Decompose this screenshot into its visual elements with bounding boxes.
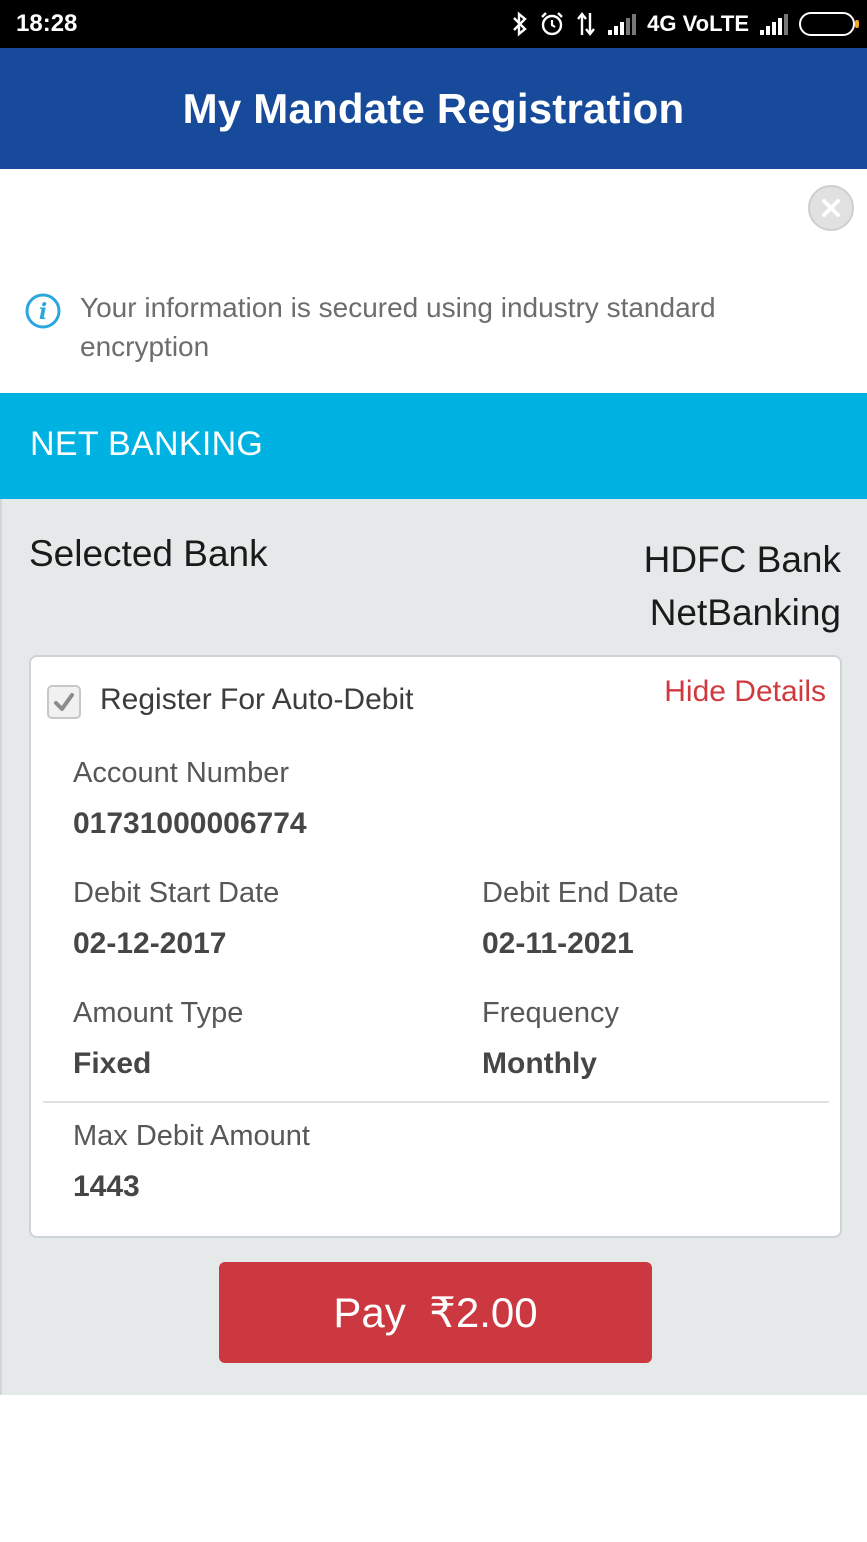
selected-bank-name: HDFC Bank NetBanking xyxy=(643,539,841,633)
security-info-text: Your information is secured using indust… xyxy=(80,292,716,362)
pay-button-gap xyxy=(406,1289,429,1337)
divider xyxy=(43,1101,829,1103)
section-header: NET BANKING xyxy=(0,393,867,499)
debit-start-label: Debit Start Date xyxy=(73,877,280,909)
signal-weak-icon xyxy=(608,14,637,35)
frequency-label: Frequency xyxy=(482,997,620,1029)
section-title: NET BANKING xyxy=(30,425,264,463)
account-number-label: Account Number xyxy=(73,757,289,789)
bluetooth-icon xyxy=(513,11,527,37)
max-debit-value: 1443 xyxy=(73,1170,140,1203)
account-number-value: 01731000006774 xyxy=(73,807,307,840)
frequency-value: Monthly xyxy=(482,1047,597,1080)
pay-button-label: Pay xyxy=(333,1288,406,1336)
close-icon xyxy=(822,199,840,217)
auto-debit-checkbox[interactable] xyxy=(47,685,81,719)
auto-debit-label: Register For Auto-Debit xyxy=(100,683,414,716)
debit-end-label: Debit End Date xyxy=(482,877,679,909)
max-debit-label: Max Debit Amount xyxy=(73,1120,310,1152)
debit-start-value: 02-12-2017 xyxy=(73,927,227,960)
hide-details-link[interactable]: Hide Details xyxy=(664,675,826,709)
data-transfer-icon xyxy=(577,12,596,36)
signal-icon xyxy=(760,14,788,35)
pay-button-amount: ₹2.00 xyxy=(429,1289,538,1336)
checkmark-icon xyxy=(54,693,74,711)
pay-button[interactable]: Pay ₹2.00 xyxy=(219,1262,652,1363)
selected-bank-label: Selected Bank xyxy=(29,533,268,574)
info-icon: i xyxy=(25,293,61,329)
status-icons: 4G VoLTE xyxy=(511,8,859,40)
status-time: 18:28 xyxy=(16,10,78,37)
net-banking-panel: Selected Bank HDFC Bank NetBanking Regis… xyxy=(0,499,867,1395)
amount-type-value: Fixed xyxy=(73,1047,152,1080)
alarm-icon xyxy=(541,12,563,36)
svg-text:i: i xyxy=(39,299,47,325)
status-bar: 18:28 4G VoLTE xyxy=(0,0,867,48)
amount-type-label: Amount Type xyxy=(73,997,244,1029)
close-button[interactable] xyxy=(808,185,854,231)
network-type: 4G VoLTE xyxy=(647,11,749,36)
page-title: My Mandate Registration xyxy=(182,84,685,132)
debit-end-value: 02-11-2021 xyxy=(482,927,634,960)
mandate-details-card: Register For Auto-Debit Hide Details Acc… xyxy=(29,655,842,1238)
app-header: My Mandate Registration xyxy=(0,48,867,169)
battery-icon xyxy=(799,12,859,36)
